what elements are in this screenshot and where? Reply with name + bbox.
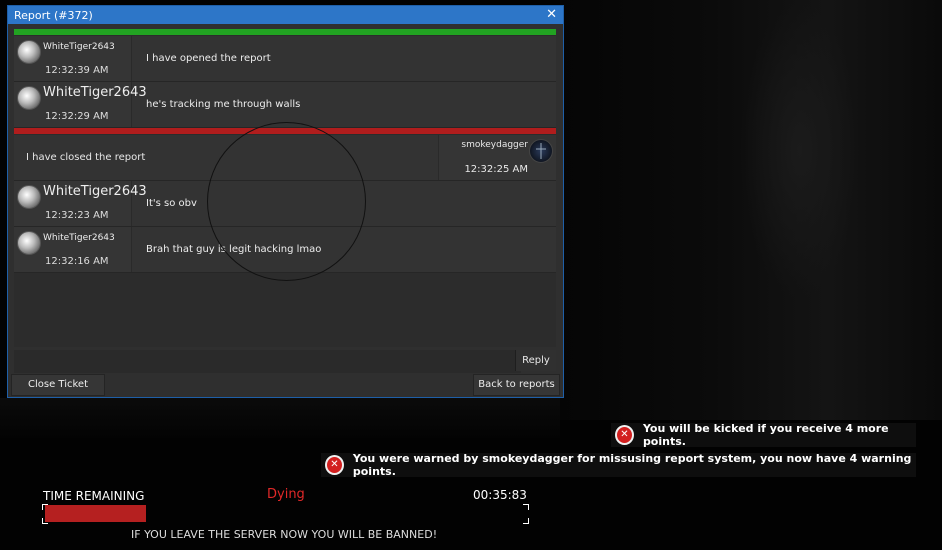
window-actions: Close Ticket Back to reports xyxy=(11,374,560,396)
timer-readout: 00:35:83 xyxy=(473,488,527,502)
reply-row: Reply xyxy=(14,350,556,373)
close-icon[interactable]: ✕ xyxy=(546,6,557,24)
back-to-reports-button[interactable]: Back to reports xyxy=(473,374,560,396)
message-author: WhiteTiger2643 xyxy=(43,233,115,243)
bar-corner xyxy=(523,504,529,510)
report-opened-bar xyxy=(14,29,556,35)
cross-emblem-icon xyxy=(536,143,546,159)
notice-text: You were warned by smokeydagger for miss… xyxy=(352,452,912,478)
notice-text: You will be kicked if you receive 4 more… xyxy=(642,422,889,448)
message-author: WhiteTiger2643 xyxy=(43,42,115,52)
message-author-panel: WhiteTiger2643 12:32:29 AM xyxy=(14,82,147,127)
message-time: 12:32:23 AM xyxy=(45,210,109,221)
report-title-bar[interactable]: Report (#372) ✕ xyxy=(8,6,563,24)
chat-message: WhiteTiger2643 12:32:29 AM he's tracking… xyxy=(14,82,556,128)
time-remaining-bar xyxy=(43,505,527,522)
time-remaining-label: TIME REMAINING xyxy=(43,489,145,503)
message-text: he's tracking me through walls xyxy=(146,99,301,110)
ban-warning: IF YOU LEAVE THE SERVER NOW YOU WILL BE … xyxy=(131,528,438,541)
message-author: WhiteTiger2643 xyxy=(43,85,147,100)
kick-notice: ✕ You will be kicked if you receive 4 mo… xyxy=(611,422,916,448)
background-strip xyxy=(0,398,560,438)
error-icon: ✕ xyxy=(325,455,344,475)
message-time: 12:32:16 AM xyxy=(45,256,109,267)
message-author-panel: WhiteTiger2643 12:32:16 AM xyxy=(14,227,132,272)
bar-corner xyxy=(523,518,529,524)
message-author: WhiteTiger2643 xyxy=(43,184,147,199)
player-status: Dying xyxy=(267,487,305,502)
avatar xyxy=(17,86,41,110)
time-remaining-fill xyxy=(45,505,146,522)
report-window: Report (#372) ✕ WhiteTiger2643 12:32:39 … xyxy=(7,5,564,398)
avatar xyxy=(529,139,553,163)
chat-message: WhiteTiger2643 12:32:39 AM I have opened… xyxy=(14,36,556,82)
avatar xyxy=(17,231,41,255)
message-author-panel: WhiteTiger2643 12:32:39 AM xyxy=(14,36,132,81)
avatar xyxy=(17,40,41,64)
background-glow xyxy=(740,0,860,300)
chat-log[interactable]: WhiteTiger2643 12:32:39 AM I have opened… xyxy=(14,29,556,347)
message-author-panel: WhiteTiger2643 12:32:23 AM xyxy=(14,181,147,226)
bar-corner xyxy=(42,518,48,524)
chat-message: I have closed the report smokeydagger 12… xyxy=(14,135,556,181)
message-time: 12:32:39 AM xyxy=(45,65,109,76)
message-author: smokeydagger xyxy=(461,140,528,150)
report-closed-bar xyxy=(14,128,556,134)
reply-input[interactable] xyxy=(14,350,521,373)
chat-message: WhiteTiger2643 12:32:23 AM It's so obv xyxy=(14,181,556,227)
reply-button[interactable]: Reply xyxy=(515,350,556,371)
message-text: Brah that guy is legit hacking lmao xyxy=(146,244,322,255)
error-icon: ✕ xyxy=(615,425,634,445)
message-text: I have opened the report xyxy=(146,53,271,64)
message-time: 12:32:29 AM xyxy=(45,111,109,122)
warning-notice: ✕ You were warned by smokeydagger for mi… xyxy=(321,452,916,478)
bar-corner xyxy=(42,504,48,510)
close-ticket-button[interactable]: Close Ticket xyxy=(11,374,105,396)
message-text: It's so obv xyxy=(146,198,197,209)
report-title: Report (#372) xyxy=(14,8,93,22)
avatar xyxy=(17,185,41,209)
message-time: 12:32:25 AM xyxy=(464,164,528,175)
message-text: I have closed the report xyxy=(26,152,146,163)
message-author-panel: smokeydagger 12:32:25 AM xyxy=(438,135,556,180)
chat-message: WhiteTiger2643 12:32:16 AM Brah that guy… xyxy=(14,227,556,273)
